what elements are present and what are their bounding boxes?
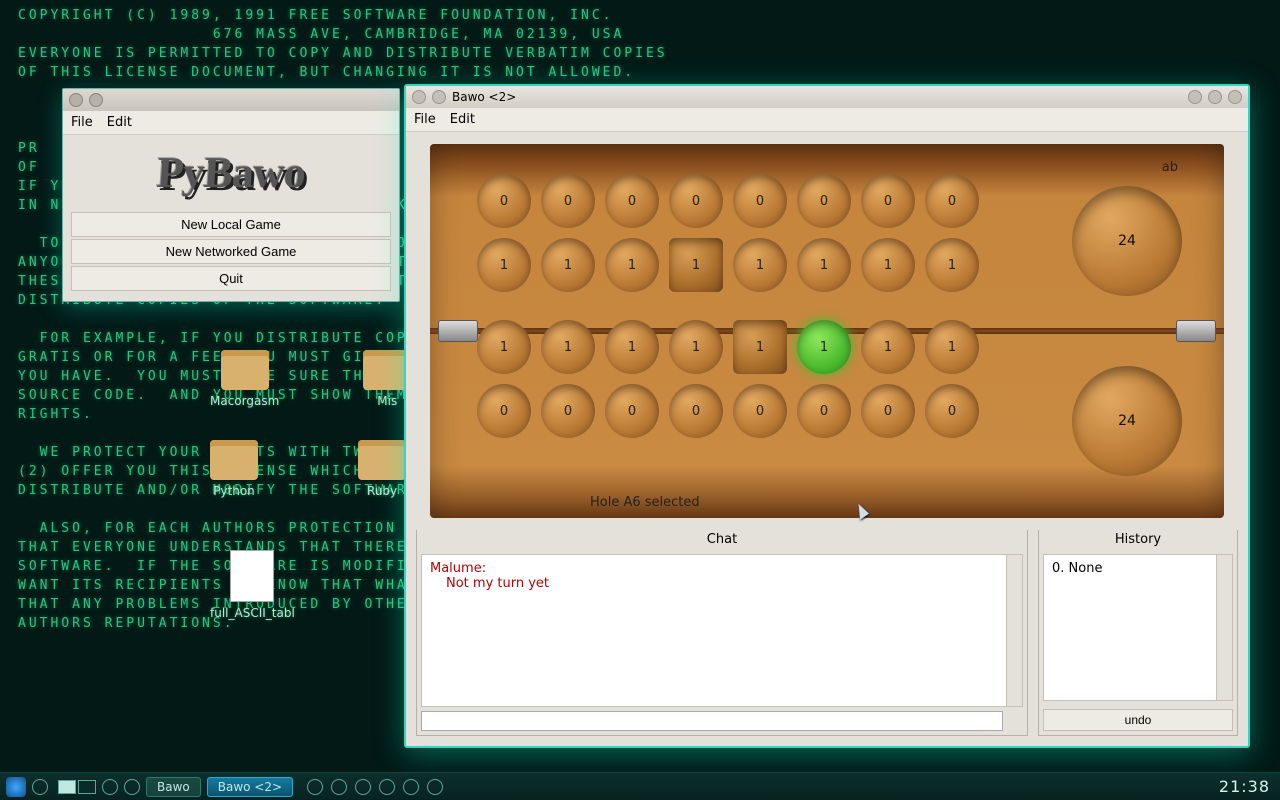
opponent-side-label: ab [1162, 160, 1178, 175]
game-window: Bawo <2> File Edit ab AB 24 24 0 0 0 0 0… [404, 84, 1250, 748]
pit-a0-3[interactable]: 0 [669, 174, 723, 228]
pit-b0-4-nyumba[interactable]: 1 [733, 320, 787, 374]
pit-a0-7[interactable]: 0 [925, 174, 979, 228]
pit-b1-2[interactable]: 0 [605, 384, 659, 438]
pit-a1-0[interactable]: 1 [477, 238, 531, 292]
pager-desktop-2[interactable] [78, 780, 96, 794]
pit-b1-3[interactable]: 0 [669, 384, 723, 438]
close-icon[interactable] [1228, 90, 1242, 104]
pit-b0-6[interactable]: 1 [861, 320, 915, 374]
launcher-titlebar[interactable] [63, 89, 399, 111]
launcher-close-icon[interactable] [89, 93, 103, 107]
pit-b0-3[interactable]: 1 [669, 320, 723, 374]
desktop-folder-ruby[interactable]: Ruby [358, 440, 406, 498]
tray-icon-2[interactable] [331, 779, 347, 795]
system-tray [307, 779, 443, 795]
taskbar-item-bawo[interactable]: Bawo [146, 777, 201, 797]
desktop-file-ascii[interactable]: full_ASCII_tabl [210, 550, 295, 620]
pit-b1-4[interactable]: 0 [733, 384, 787, 438]
chat-message: Not my turn yet [430, 576, 1014, 591]
pit-a0-2[interactable]: 0 [605, 174, 659, 228]
tray-network-icon[interactable] [403, 779, 419, 795]
game-app-icon [432, 90, 446, 104]
pit-b0-1[interactable]: 1 [541, 320, 595, 374]
chat-pane: Chat Malume: Not my turn yet [416, 530, 1028, 736]
pit-a1-7[interactable]: 1 [925, 238, 979, 292]
tray-icon-3[interactable] [355, 779, 371, 795]
mouse-cursor [852, 502, 869, 520]
pit-a0-6[interactable]: 0 [861, 174, 915, 228]
board-status: Hole A6 selected [590, 495, 700, 510]
chat-scrollbar[interactable] [1006, 555, 1022, 706]
minimize-icon[interactable] [1188, 90, 1202, 104]
desktop-folder-python[interactable]: Python [210, 440, 258, 498]
desktop-pager[interactable] [58, 780, 96, 794]
pit-a0-1[interactable]: 0 [541, 174, 595, 228]
player-outer-row: 0 0 0 0 0 0 0 0 [477, 384, 979, 438]
quit-button[interactable]: Quit [71, 266, 391, 291]
game-title: Bawo <2> [452, 90, 516, 104]
chat-log[interactable]: Malume: Not my turn yet [421, 554, 1023, 707]
taskbar-clock[interactable]: 21:38 [1219, 777, 1274, 796]
pit-b0-0[interactable]: 1 [477, 320, 531, 374]
launcher-icon-2[interactable] [124, 779, 140, 795]
pit-b1-7[interactable]: 0 [925, 384, 979, 438]
pit-b1-5[interactable]: 0 [797, 384, 851, 438]
history-list[interactable]: 0. None [1043, 554, 1233, 701]
hinge-left [438, 320, 478, 342]
pit-a0-0[interactable]: 0 [477, 174, 531, 228]
launcher-menu-file[interactable]: File [71, 115, 93, 130]
pit-a1-5[interactable]: 1 [797, 238, 851, 292]
new-local-game-button[interactable]: New Local Game [71, 212, 391, 237]
pit-a1-6[interactable]: 1 [861, 238, 915, 292]
maximize-icon[interactable] [1208, 90, 1222, 104]
chat-heading: Chat [417, 530, 1027, 549]
pit-a1-2[interactable]: 1 [605, 238, 659, 292]
pit-b0-7[interactable]: 1 [925, 320, 979, 374]
game-titlebar[interactable]: Bawo <2> [406, 86, 1248, 108]
pit-b0-2[interactable]: 1 [605, 320, 659, 374]
pit-b1-0[interactable]: 0 [477, 384, 531, 438]
launcher-menu-edit[interactable]: Edit [107, 115, 132, 130]
kmenu-icon[interactable] [6, 777, 26, 797]
new-networked-game-button[interactable]: New Networked Game [71, 239, 391, 264]
pit-a0-5[interactable]: 0 [797, 174, 851, 228]
desktop-folder-macorgasm[interactable]: Macorgasm [210, 350, 279, 408]
taskbar-item-bawo2[interactable]: Bawo <2> [207, 777, 293, 797]
pit-b1-1[interactable]: 0 [541, 384, 595, 438]
pybawo-logo: PyBawo [155, 147, 307, 198]
pit-b0-5-selected[interactable]: 1 [797, 320, 851, 374]
chat-sender: Malume: [430, 561, 1014, 576]
hinge-right [1176, 320, 1216, 342]
history-heading: History [1039, 530, 1237, 549]
chat-input[interactable] [421, 711, 1003, 731]
history-item: 0. None [1052, 561, 1224, 576]
launcher-menu-icon[interactable] [69, 93, 83, 107]
pit-a1-1[interactable]: 1 [541, 238, 595, 292]
tray-icon-1[interactable] [307, 779, 323, 795]
opponent-outer-row: 0 0 0 0 0 0 0 0 [477, 174, 979, 228]
tray-volume-icon[interactable] [379, 779, 395, 795]
opponent-store: 24 [1072, 186, 1182, 296]
pit-b1-6[interactable]: 0 [861, 384, 915, 438]
pit-a1-3-nyumba[interactable]: 1 [669, 238, 723, 292]
tray-icon-6[interactable] [427, 779, 443, 795]
player-inner-row: 1 1 1 1 1 1 1 1 [477, 320, 979, 374]
game-menu-edit[interactable]: Edit [450, 112, 475, 127]
taskbar: Bawo Bawo <2> 21:38 [0, 772, 1280, 800]
pit-a0-4[interactable]: 0 [733, 174, 787, 228]
history-pane: History 0. None undo [1038, 530, 1238, 736]
pit-a1-4[interactable]: 1 [733, 238, 787, 292]
launcher-window: File Edit PyBawo New Local Game New Netw… [62, 88, 400, 302]
launcher-icon-1[interactable] [102, 779, 118, 795]
game-board: ab AB 24 24 0 0 0 0 0 0 0 0 1 1 1 1 1 1 [430, 144, 1224, 518]
pager-desktop-1[interactable] [58, 780, 76, 794]
history-scrollbar[interactable] [1216, 555, 1232, 700]
player-store: 24 [1072, 366, 1182, 476]
game-menu-file[interactable]: File [414, 112, 436, 127]
tray-dot-icon[interactable] [32, 779, 48, 795]
undo-button[interactable]: undo [1043, 709, 1233, 731]
opponent-inner-row: 1 1 1 1 1 1 1 1 [477, 238, 979, 292]
game-sysmenu-icon[interactable] [412, 90, 426, 104]
